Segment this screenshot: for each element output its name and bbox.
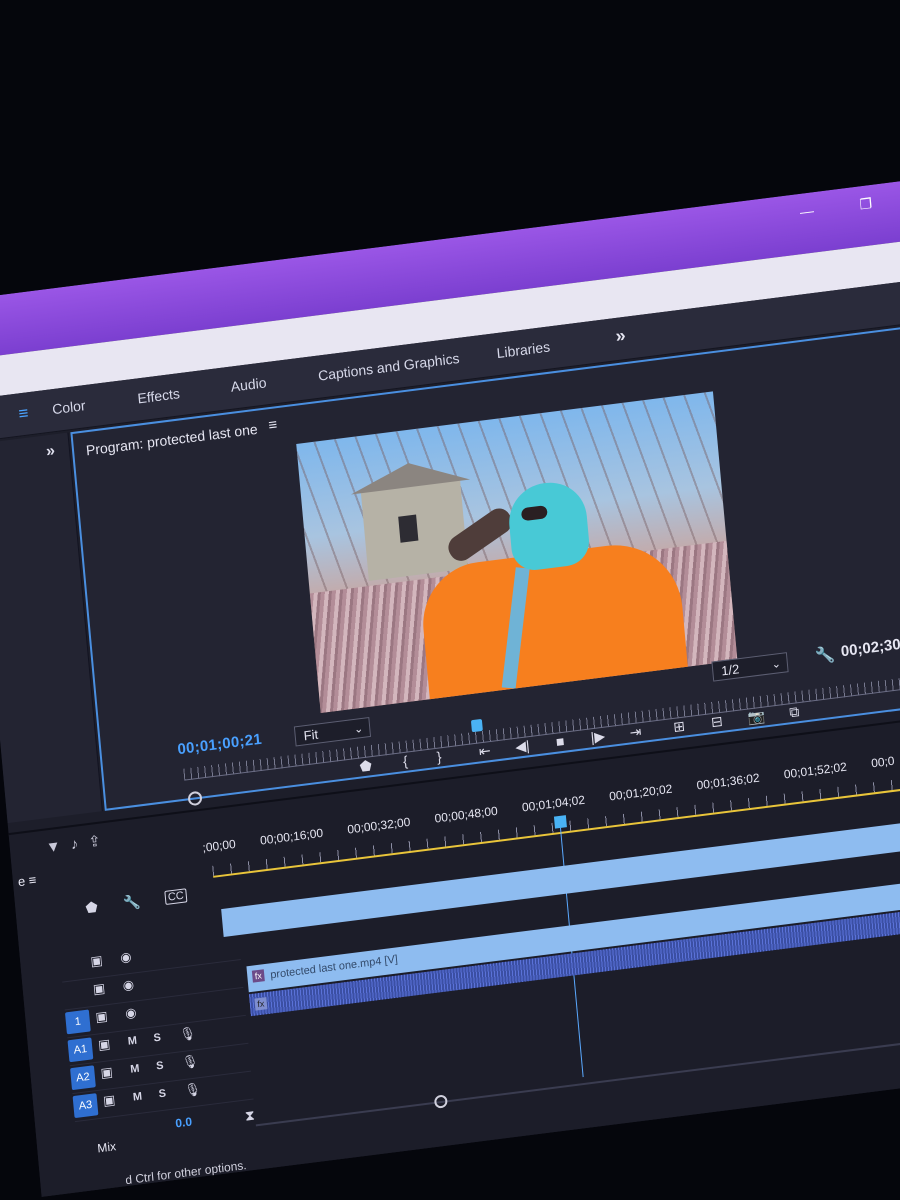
step-back-icon[interactable]: ◀| — [510, 734, 536, 759]
solo-button[interactable]: S — [153, 1032, 161, 1045]
lift-icon[interactable]: ⊞ — [666, 714, 692, 739]
mute-button[interactable]: M — [127, 1035, 137, 1048]
wrench-icon[interactable]: 🔧 — [123, 893, 142, 912]
solo-button[interactable]: S — [156, 1060, 164, 1073]
ruler-label: 00;00;48;00 — [434, 803, 499, 826]
tab-effects[interactable]: Effects — [137, 385, 181, 406]
export-frame-icon[interactable]: 📷 — [744, 704, 770, 729]
zoom-handle-start[interactable] — [187, 790, 203, 807]
step-forward-icon[interactable]: |▶ — [585, 724, 611, 749]
timeline-playhead[interactable] — [553, 815, 567, 829]
restore-icon[interactable]: ❐ — [859, 195, 874, 213]
captions-icon[interactable]: CC — [164, 888, 188, 906]
mix-label: Mix — [96, 1139, 117, 1156]
track-lock-icon[interactable]: ▣ — [97, 1036, 111, 1053]
ruler-label: 00;01;04;02 — [521, 792, 586, 815]
tab-libraries[interactable]: Libraries — [496, 338, 551, 361]
panel-menu-icon[interactable]: ≡ — [268, 416, 278, 434]
tab-audio[interactable]: Audio — [230, 374, 267, 394]
scroll-handle[interactable] — [433, 1094, 448, 1109]
hamburger-icon[interactable]: ≡ — [28, 872, 37, 888]
track-lock-icon[interactable]: ▣ — [100, 1064, 114, 1081]
film-icon[interactable]: ▣ — [95, 1008, 109, 1025]
compare-icon[interactable]: ⧉ — [781, 699, 807, 724]
ruler-label: 00;01;52;02 — [783, 759, 848, 782]
mix-volume[interactable]: 0.0 — [175, 1114, 193, 1130]
ruler-label: 00;00;16;00 — [259, 825, 324, 848]
eye-icon[interactable]: ◉ — [125, 1005, 138, 1022]
video-preview — [296, 391, 738, 714]
film-icon[interactable]: ▣ — [90, 952, 104, 969]
marker-icon[interactable]: ⬟ — [85, 899, 99, 917]
export-icon[interactable]: ⇪ — [88, 833, 102, 852]
chevron-down-icon: ⌄ — [771, 658, 782, 672]
current-timecode[interactable]: 00;01;00;21 — [177, 731, 263, 759]
mark-in-icon[interactable]: { — [392, 748, 418, 773]
track-badge[interactable]: A3 — [72, 1093, 99, 1119]
ruler-label: 00;00;32;00 — [346, 814, 411, 837]
ruler-label: ;00;00 — [201, 836, 237, 855]
fx-badge: fx — [251, 969, 265, 983]
ruler-label: 00;01;20;02 — [608, 781, 673, 804]
tab-color[interactable]: Color — [52, 397, 87, 417]
track-badge[interactable]: 1 — [64, 1009, 91, 1035]
filter-icon[interactable]: ▼ — [45, 838, 61, 857]
go-to-out-icon[interactable]: ⇥ — [623, 719, 649, 744]
marker-icon[interactable]: ⬟ — [353, 753, 379, 778]
hamburger-icon[interactable]: ≡ — [18, 403, 30, 424]
stop-icon[interactable]: ■ — [547, 729, 573, 754]
mark-out-icon[interactable]: } — [426, 744, 452, 769]
eye-icon[interactable]: ◉ — [122, 977, 135, 994]
settings-wrench-icon[interactable]: 🔧 — [814, 644, 836, 666]
go-to-end-icon[interactable]: ⧗ — [244, 1107, 255, 1125]
duration-timecode: 00;02;30;00 — [840, 633, 900, 661]
microphone-icon[interactable]: 🎙 — [179, 1025, 197, 1043]
mute-button[interactable]: M — [130, 1063, 140, 1076]
microphone-icon[interactable]: 🎙 — [184, 1081, 202, 1099]
fit-select[interactable]: Fit ⌄ — [293, 716, 372, 747]
eye-icon[interactable]: ◉ — [120, 949, 133, 966]
timeline-title: e ≡ — [17, 872, 37, 890]
fx-badge: fx — [254, 997, 268, 1011]
status-hint: d Ctrl for other options. — [124, 1157, 248, 1188]
extract-icon[interactable]: ⊟ — [704, 709, 730, 734]
track-lock-icon[interactable]: ▣ — [102, 1092, 116, 1109]
microphone-icon[interactable]: 🎙 — [181, 1053, 199, 1071]
go-to-in-icon[interactable]: ⇤ — [472, 738, 498, 763]
minimize-icon[interactable]: — — [799, 202, 814, 220]
ruler-label: 00;0 — [870, 753, 896, 771]
ruler-label: 00;01;36;02 — [695, 770, 761, 793]
tab-captions-and-graphics[interactable]: Captions and Graphics — [317, 350, 460, 384]
playhead-marker[interactable] — [470, 718, 483, 733]
mute-button[interactable]: M — [132, 1090, 142, 1103]
timeline-tools: ▼ ♪ ⇪ — [45, 832, 101, 857]
film-icon[interactable]: ▣ — [92, 980, 106, 997]
more-workspaces-icon[interactable]: » — [615, 325, 627, 347]
panel-overflow-icon[interactable]: » — [45, 442, 55, 461]
track-badge[interactable]: A1 — [67, 1037, 94, 1063]
program-monitor-title: Program: protected last one — [85, 420, 259, 459]
audio-icon[interactable]: ♪ — [70, 835, 79, 853]
premiere-window: — ❐ ≡ Color Effects Audio Captions and G… — [0, 174, 900, 1197]
chevron-down-icon: ⌄ — [353, 722, 364, 736]
horizontal-scrollbar[interactable] — [255, 1036, 900, 1127]
track-badge[interactable]: A2 — [70, 1065, 96, 1091]
solo-button[interactable]: S — [158, 1087, 166, 1100]
